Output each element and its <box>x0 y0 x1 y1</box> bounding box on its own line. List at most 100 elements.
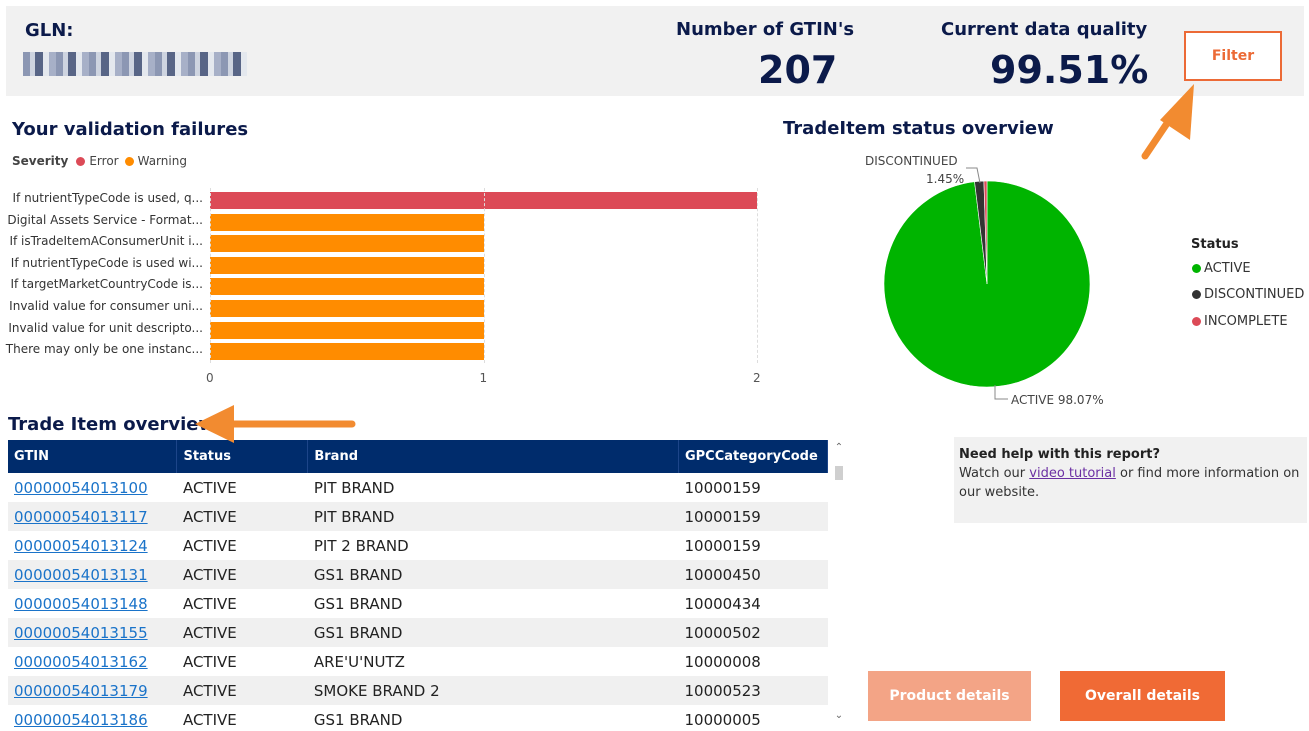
column-header-gpc[interactable]: GPCCategoryCode <box>678 440 828 473</box>
filter-button[interactable]: Filter <box>1184 31 1282 81</box>
trade-item-table-container: GTIN Status Brand GPCCategoryCode 000000… <box>8 440 828 731</box>
gpc-cell: 10000502 <box>684 623 761 642</box>
legend-item-active[interactable]: ACTIVE <box>1192 261 1251 276</box>
status-cell: ACTIVE <box>182 536 237 555</box>
table-annotation-arrow <box>195 405 356 443</box>
bar-category-label: If targetMarketCountryCode is... <box>10 277 203 292</box>
validation-failures-title: Your validation failures <box>12 119 249 140</box>
validation-bar[interactable] <box>210 300 484 317</box>
table-row[interactable]: 00000054013117 ACTIVE PIT BRAND 10000159 <box>8 502 828 531</box>
gtin-count-value: 207 <box>758 48 838 92</box>
table-scrollbar[interactable]: ⌃ ⌄ <box>832 440 846 731</box>
table-body: 00000054013100 ACTIVE PIT BRAND 10000159 000… <box>8 473 828 731</box>
trade-item-table: GTIN Status Brand GPCCategoryCode 000000… <box>8 440 828 731</box>
gpc-cell: 10000005 <box>684 710 761 729</box>
warning-legend-label: Warning <box>137 154 187 168</box>
legend-label-discontinued: DISCONTINUED <box>1204 287 1305 302</box>
gpc-cell: 10000159 <box>684 507 761 526</box>
product-details-button[interactable]: Product details <box>868 671 1031 721</box>
status-cell: ACTIVE <box>182 594 237 613</box>
brand-cell: GS1 BRAND <box>313 623 403 642</box>
gtin-cell[interactable]: 00000054013100 <box>8 473 177 502</box>
legend-label-active: ACTIVE <box>1204 261 1251 276</box>
bar-category-label: There may only be one instanc... <box>5 342 203 357</box>
x-tick-label: 2 <box>753 371 761 385</box>
active-legend-dot <box>1192 264 1201 273</box>
gpc-cell: 10000434 <box>684 594 761 613</box>
table-row[interactable]: 00000054013148 ACTIVE GS1 BRAND 10000434 <box>8 589 828 618</box>
table-row[interactable]: 00000054013155 ACTIVE GS1 BRAND 10000502 <box>8 618 828 647</box>
gpc-cell: 10000159 <box>684 536 761 555</box>
pie-slice-active[interactable] <box>883 180 1091 388</box>
column-header-status[interactable]: Status <box>176 440 309 473</box>
pie-slice-incomplete[interactable] <box>983 180 988 285</box>
overall-details-button[interactable]: Overall details <box>1060 671 1225 721</box>
table-row[interactable]: 00000054013179 ACTIVE SMOKE BRAND 2 1000052… <box>8 676 828 705</box>
discontinued-pie-pct: 1.45% <box>926 172 965 186</box>
validation-bar[interactable] <box>210 235 484 253</box>
scroll-thumb[interactable] <box>835 466 843 480</box>
validation-bar[interactable] <box>210 213 484 231</box>
brand-cell: ARE'U'NUTZ <box>313 652 405 671</box>
severity-legend: Severity Error Warning <box>12 154 187 168</box>
discontinued-leader-line <box>966 167 981 184</box>
status-cell: ACTIVE <box>182 507 237 526</box>
bar-category-label: If nutrientTypeCode is used wi... <box>10 255 203 270</box>
validation-bar[interactable] <box>210 256 484 274</box>
table-row[interactable]: 00000054013131 ACTIVE GS1 BRAND 10000450 <box>8 560 828 589</box>
help-box: Need help with this report? Watch our vi… <box>954 437 1307 523</box>
gtin-cell[interactable]: 00000054013179 <box>8 676 177 705</box>
status-cell: ACTIVE <box>182 565 237 584</box>
gtin-cell[interactable]: 00000054013131 <box>8 560 177 589</box>
discontinued-legend-dot <box>1192 290 1201 299</box>
gtin-cell[interactable]: 00000054013162 <box>8 647 177 676</box>
status-cell: ACTIVE <box>182 652 237 671</box>
gtin-cell[interactable]: 00000054013148 <box>8 589 177 618</box>
legend-item-incomplete[interactable]: INCOMPLETE <box>1192 314 1288 329</box>
validation-bar[interactable] <box>210 321 484 339</box>
gtin-cell[interactable]: 00000054013186 <box>8 705 177 731</box>
status-cell: ACTIVE <box>182 478 237 497</box>
active-leader-line <box>994 385 1008 400</box>
video-tutorial-link[interactable]: video tutorial <box>1029 466 1116 481</box>
scroll-down-icon[interactable]: ⌄ <box>832 710 846 721</box>
brand-cell: GS1 BRAND <box>313 710 403 729</box>
validation-bar[interactable] <box>210 278 484 296</box>
x-tick-label: 1 <box>479 371 488 385</box>
gtin-cell[interactable]: 00000054013155 <box>8 618 177 647</box>
brand-cell: GS1 BRAND <box>313 594 403 613</box>
scroll-up-icon[interactable]: ⌃ <box>832 442 846 453</box>
table-row[interactable]: 00000054013124 ACTIVE PIT 2 BRAND 10000159 <box>8 531 828 560</box>
validation-bar[interactable] <box>210 343 484 361</box>
column-header-brand[interactable]: Brand <box>307 440 679 473</box>
column-header-gtin[interactable]: GTIN <box>8 440 178 473</box>
bar-category-label: Invalid value for unit descripto... <box>8 320 203 335</box>
status-legend-title: Status <box>1191 237 1239 252</box>
bar-category-label: If isTradeItemAConsumerUnit i... <box>9 234 203 249</box>
incomplete-legend-dot <box>1192 317 1201 326</box>
help-text: Watch our video tutorial or find more in… <box>959 464 1302 502</box>
data-quality-value: 99.51% <box>990 48 1149 92</box>
trade-item-overview-title: Trade Item overview <box>8 414 216 435</box>
gtin-count-label: Number of GTIN's <box>676 19 855 40</box>
table-header-row: GTIN Status Brand GPCCategoryCode <box>8 440 828 473</box>
brand-cell: SMOKE BRAND 2 <box>313 681 440 700</box>
legend-item-discontinued[interactable]: DISCONTINUED <box>1192 287 1304 302</box>
table-row[interactable]: 00000054013186 ACTIVE GS1 BRAND 10000005 <box>8 705 828 731</box>
legend-label-incomplete: INCOMPLETE <box>1204 314 1288 329</box>
gtin-cell[interactable]: 00000054013124 <box>8 531 177 560</box>
brand-cell: PIT BRAND <box>313 478 395 497</box>
report-page: GLN: Number of GTIN's 207 Current data q… <box>0 0 1309 731</box>
table-row[interactable]: 00000054013100 ACTIVE PIT BRAND 10000159 <box>8 473 828 502</box>
gtin-cell[interactable]: 00000054013117 <box>8 502 177 531</box>
pie-slice-discontinued[interactable] <box>974 180 988 285</box>
status-overview-title: TradeItem status overview <box>783 118 1054 139</box>
bar-category-label: Digital Assets Service - Format... <box>7 212 203 227</box>
gln-value-redacted <box>23 52 247 76</box>
table-row[interactable]: 00000054013162 ACTIVE ARE'U'NUTZ 10000008 <box>8 647 828 676</box>
data-quality-label: Current data quality <box>941 19 1148 40</box>
discontinued-pie-label: DISCONTINUED <box>865 154 958 168</box>
x-gridline <box>483 188 485 363</box>
x-tick-label: 0 <box>206 371 214 385</box>
error-legend-label: Error <box>89 154 119 168</box>
